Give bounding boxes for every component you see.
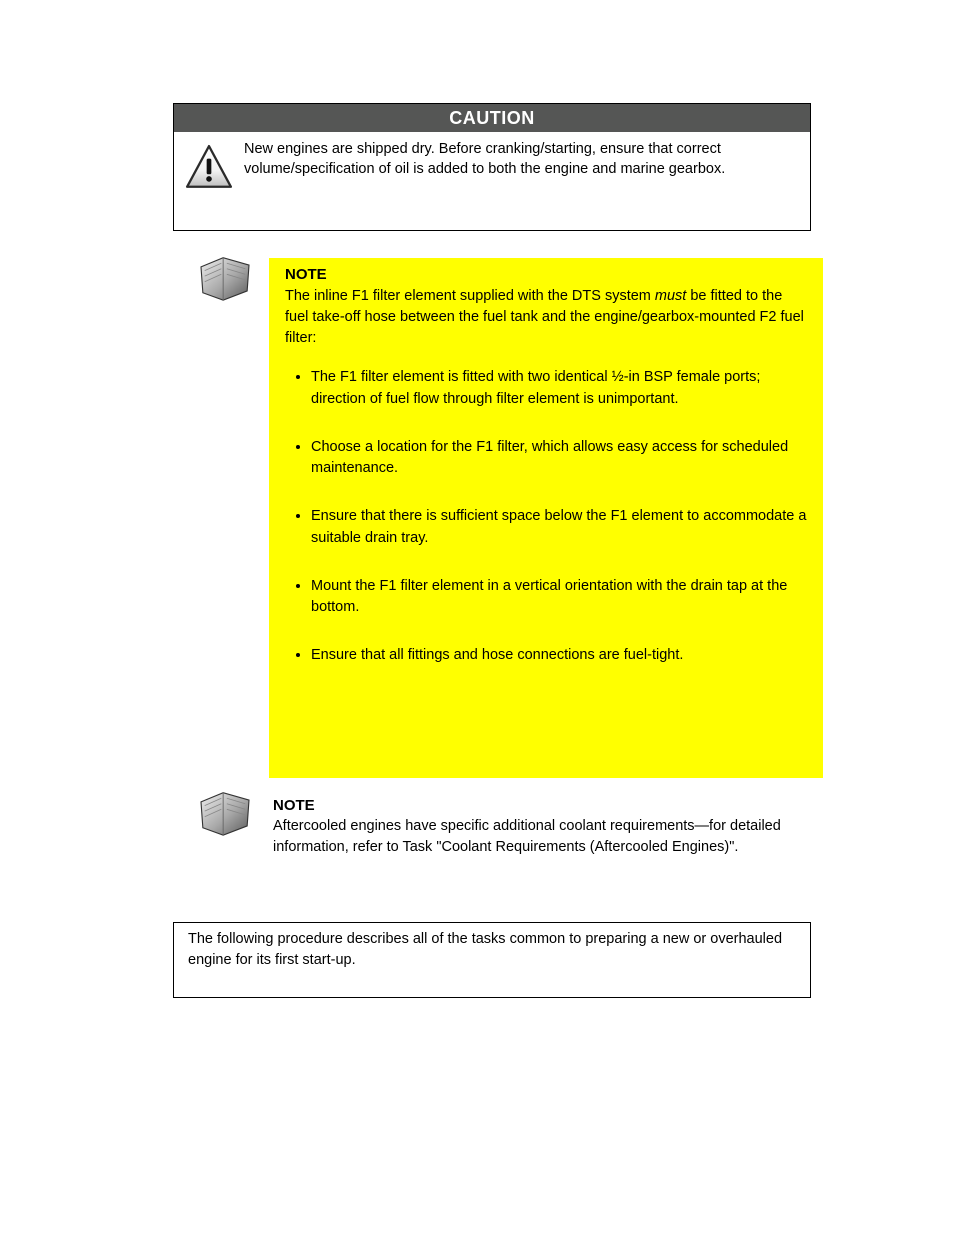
note-intro-italic: must [655,288,686,304]
caution-body: New engines are shipped dry. Before cran… [174,132,810,230]
note-item: Mount the F1 filter element in a vertica… [311,576,807,620]
note-plain-title: NOTE [273,797,809,814]
note-yellow-box: NOTE The inline F1 filter element suppli… [269,258,823,778]
page-root: CAUTION New engines are shipped [0,0,954,1235]
procedure-intro-box: The following procedure describes all of… [173,922,811,998]
note-plain-wrap: NOTE Aftercooled engines have specific a… [195,793,815,862]
book-icon [195,254,255,302]
caution-box: CAUTION New engines are shipped [173,103,811,231]
procedure-intro-text: The following procedure describes all of… [188,931,782,968]
warning-triangle-icon [174,132,244,194]
note-yellow-title: NOTE [285,266,807,283]
note-item: The F1 filter element is fitted with two… [311,367,807,411]
caution-header: CAUTION [174,104,810,132]
note-yellow-wrap: NOTE The inline F1 filter element suppli… [195,258,815,778]
note-intro-plain: The inline F1 filter element supplied wi… [285,288,655,304]
note-yellow-intro: The inline F1 filter element supplied wi… [285,286,807,349]
note-item: Ensure that there is sufficient space be… [311,506,807,550]
note-plain-box: NOTE Aftercooled engines have specific a… [269,793,823,862]
note-plain-text: Aftercooled engines have specific additi… [273,816,809,858]
note-yellow-list: The F1 filter element is fitted with two… [311,367,807,667]
book-icon [195,789,255,837]
note-item: Choose a location for the F1 filter, whi… [311,437,807,481]
caution-text: New engines are shipped dry. Before cran… [244,132,810,183]
note-item: Ensure that all fittings and hose connec… [311,645,807,667]
